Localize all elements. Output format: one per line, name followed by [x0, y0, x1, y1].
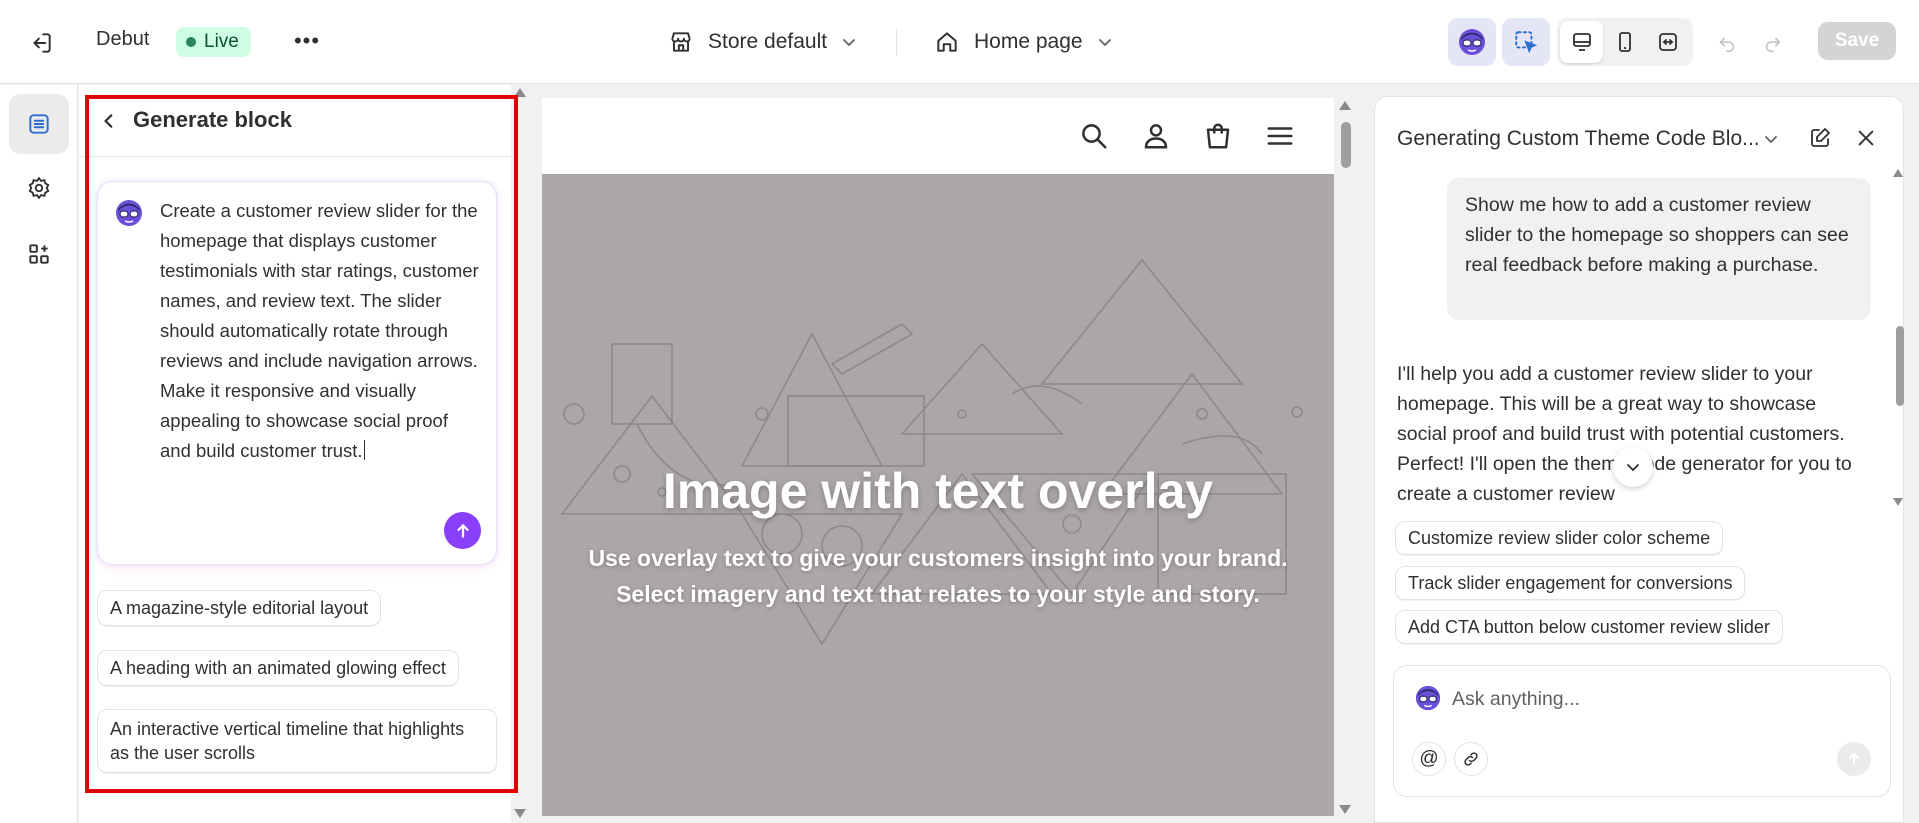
settings-icon [28, 176, 50, 200]
generate-block-panel: Generate block Create a customer review … [79, 85, 511, 823]
close-icon[interactable] [1851, 123, 1881, 153]
text-caret [363, 440, 366, 460]
prompt-textarea[interactable]: Create a customer review slider for the … [97, 181, 497, 565]
edit-icon[interactable] [1805, 123, 1835, 153]
scroll-up-icon[interactable] [1339, 101, 1351, 110]
link-icon [1464, 752, 1478, 766]
scroll-up-icon[interactable] [514, 88, 526, 97]
store-icon [671, 32, 691, 52]
panel-header: Generate block [79, 85, 511, 157]
back-button[interactable] [95, 107, 123, 135]
suggestion-chip[interactable]: A magazine-style editorial layout [97, 590, 382, 626]
ai-chat-panel: Generating Custom Theme Code Blo... Show… [1374, 96, 1904, 823]
suggestion-chip[interactable]: An interactive vertical timeline that hi… [97, 709, 497, 773]
undo-icon[interactable] [1712, 28, 1742, 58]
hero-title: Image with text overlay [662, 463, 1214, 519]
ai-assistant-icon [1459, 29, 1485, 55]
save-button[interactable]: Save [1818, 22, 1896, 60]
desktop-icon [1572, 33, 1591, 51]
prompt-text-content: Create a customer review slider for the … [160, 200, 479, 461]
send-icon [1849, 753, 1859, 765]
preview-scrollbar[interactable] [1336, 98, 1354, 816]
chevron-down-icon[interactable] [1763, 131, 1779, 152]
send-button[interactable] [1837, 742, 1871, 776]
ai-assistant-icon [114, 198, 144, 233]
send-button[interactable] [444, 512, 481, 549]
hero-subtitle-line: Use overlay text to give your customers … [588, 545, 1288, 571]
store-selector[interactable]: Store default [668, 26, 857, 58]
inspect-icon [1515, 31, 1538, 54]
redo-icon[interactable] [1758, 28, 1788, 58]
mention-button[interactable]: @ [1412, 742, 1446, 776]
fullwidth-icon [1658, 33, 1677, 51]
mobile-icon [1618, 32, 1631, 52]
page-selector-label: Home page [974, 30, 1083, 53]
sidebar-item-sections[interactable] [9, 94, 69, 154]
fullwidth-view-button[interactable] [1646, 21, 1689, 63]
ai-assistant-icon [1414, 684, 1442, 717]
divider [896, 29, 897, 55]
chat-suggestion-chip[interactable]: Add CTA button below customer review sli… [1395, 610, 1783, 644]
mobile-view-button[interactable] [1603, 21, 1646, 63]
sidebar-rail [0, 85, 78, 823]
scroll-down-icon[interactable] [514, 809, 526, 818]
page-selector[interactable]: Home page [934, 26, 1113, 58]
suggestion-chip[interactable]: A heading with an animated glowing effec… [97, 650, 459, 686]
sections-icon [29, 114, 49, 134]
exit-icon[interactable] [26, 28, 56, 58]
store-selector-label: Store default [708, 30, 828, 53]
storefront-preview: Image with text overlay Use overlay text… [542, 98, 1334, 816]
scroll-to-bottom-button[interactable] [1613, 447, 1653, 487]
bag-icon[interactable] [1200, 118, 1236, 154]
home-icon [937, 32, 957, 52]
live-badge-label: Live [204, 31, 239, 52]
attach-link-button[interactable] [1454, 742, 1488, 776]
inspect-button[interactable] [1502, 18, 1550, 66]
top-bar: Debut Live ••• Store default Home page S… [0, 0, 1919, 84]
live-dot-icon [186, 37, 196, 47]
chat-scrollbar[interactable] [1893, 166, 1905, 506]
theme-name: Debut [96, 28, 150, 50]
sidebar-item-apps[interactable] [9, 224, 69, 284]
image-with-text-overlay-section[interactable]: Image with text overlay Use overlay text… [542, 174, 1334, 816]
ask-input[interactable] [1452, 684, 1852, 714]
hero-subtitle: Use overlay text to give your customers … [542, 540, 1334, 612]
left-panel-scrollbar[interactable] [512, 85, 526, 823]
chevron-down-icon [1627, 464, 1639, 472]
scrollbar-thumb[interactable] [1896, 326, 1904, 406]
scrollbar-thumb[interactable] [1341, 122, 1351, 168]
store-header [542, 98, 1334, 174]
chat-suggestion-chip[interactable]: Track slider engagement for conversions [1395, 566, 1746, 600]
editor-tools [1448, 18, 1550, 66]
apps-icon [29, 244, 49, 264]
scroll-down-icon[interactable] [1339, 805, 1351, 814]
device-toggle [1557, 18, 1693, 66]
live-status-badge: Live [176, 27, 251, 57]
back-icon [104, 114, 113, 128]
scroll-up-icon[interactable] [1893, 169, 1903, 177]
more-actions-button[interactable]: ••• [292, 26, 322, 56]
ai-assistant-button[interactable] [1448, 18, 1496, 66]
chat-title[interactable]: Generating Custom Theme Code Blo... [1397, 127, 1760, 151]
chevron-down-icon [843, 39, 855, 47]
hero-subtitle-line: Select imagery and text that relates to … [616, 581, 1260, 607]
desktop-view-button[interactable] [1560, 21, 1603, 63]
scroll-down-icon[interactable] [1893, 498, 1903, 506]
panel-title: Generate block [133, 107, 292, 132]
search-icon[interactable] [1076, 118, 1112, 154]
sidebar-item-settings[interactable] [9, 158, 69, 218]
menu-icon[interactable] [1262, 118, 1298, 154]
chat-composer: @ [1393, 665, 1891, 797]
send-icon [456, 523, 469, 538]
account-icon[interactable] [1138, 118, 1174, 154]
chevron-down-icon [1098, 39, 1111, 47]
chat-suggestion-chip[interactable]: Customize review slider color scheme [1395, 521, 1724, 555]
prompt-text: Create a customer review slider for the … [160, 196, 482, 466]
user-message: Show me how to add a customer review sli… [1447, 178, 1871, 320]
